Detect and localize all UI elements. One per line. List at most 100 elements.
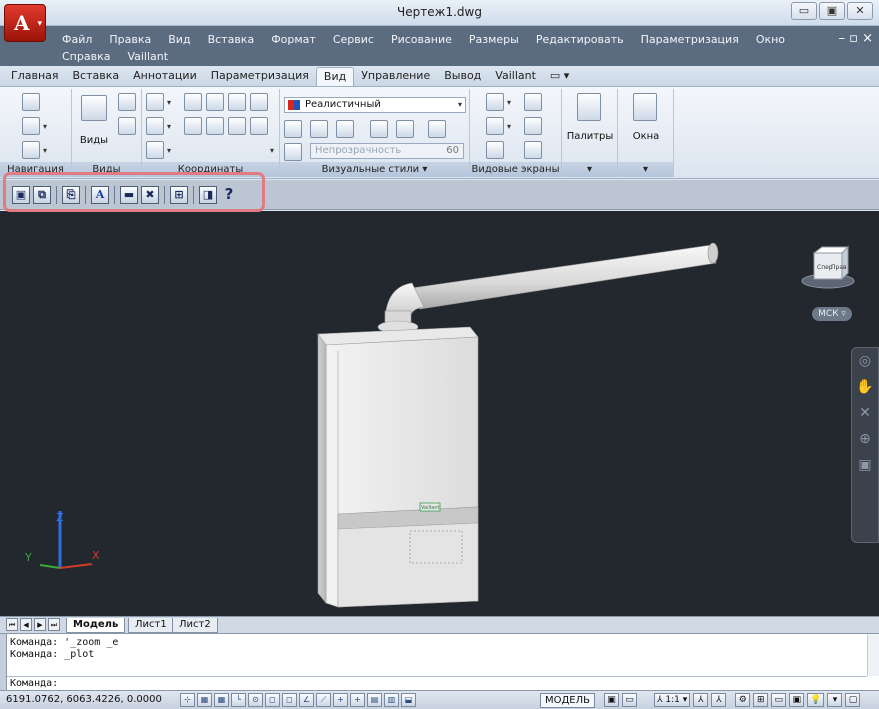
dyn-toggle[interactable]: +	[333, 693, 348, 707]
lineweight-toggle[interactable]: +	[350, 693, 365, 707]
document-window-controls[interactable]: – ▫ ×	[839, 31, 873, 46]
ortho-toggle[interactable]: └	[231, 693, 246, 707]
drawing-viewport[interactable]: Vaillant Z X Y Спер Прав МСК ▿ ◎ ✋ ✕ ⊕ ▣	[0, 211, 879, 616]
viewport-config-icon[interactable]	[486, 93, 504, 111]
ribbon-minimize-toggle[interactable]: ▭ ▾	[543, 67, 576, 86]
tab-layout1[interactable]: Лист1	[128, 618, 174, 633]
pan-hand-icon[interactable]	[22, 93, 40, 111]
quick-view-layouts-button[interactable]: ▣	[604, 693, 619, 707]
quick-view-drawings-button[interactable]: ▭	[622, 693, 637, 707]
3d-osnap-toggle[interactable]: ◻	[282, 693, 297, 707]
tab-vaillant[interactable]: Vaillant	[488, 67, 543, 86]
viewport-restore-icon[interactable]	[524, 141, 542, 159]
palettes-icon[interactable]	[577, 93, 601, 121]
autoscale-button[interactable]: ⅄	[711, 693, 727, 707]
menu-dimensions[interactable]: Размеры	[469, 33, 519, 46]
transparency-toggle[interactable]: ▤	[367, 693, 382, 707]
edge-effects-icon[interactable]	[284, 120, 302, 138]
visual-style-select[interactable]: Реалистичный ▾	[284, 97, 466, 113]
palettes-expand[interactable]: ▾	[562, 162, 617, 177]
next-tab-button[interactable]: ▶	[34, 618, 46, 631]
isolate-objects-button[interactable]: ▣	[789, 693, 805, 707]
panel-viewports-title[interactable]: Видовые экраны	[470, 162, 561, 177]
infer-constraints-toggle[interactable]: ⊹	[180, 693, 195, 707]
tab-model[interactable]: Модель	[66, 618, 126, 633]
command-line-grip[interactable]	[0, 634, 7, 691]
close-button[interactable]: ✕	[847, 2, 873, 20]
viewport-join-icon[interactable]	[524, 117, 542, 135]
ucs-origin-icon[interactable]	[146, 117, 164, 135]
otrack-toggle[interactable]: ∠	[299, 693, 314, 707]
menu-insert[interactable]: Вставка	[208, 33, 255, 46]
selection-cycling-toggle[interactable]: ⬓	[401, 693, 416, 707]
views-button-label[interactable]: Виды	[76, 135, 112, 146]
menu-help[interactable]: Справка	[62, 50, 110, 63]
tab-output[interactable]: Вывод	[437, 67, 488, 86]
command-input[interactable]: Команда:	[7, 676, 867, 690]
ucs-world-icon[interactable]	[250, 93, 268, 111]
windows-button-label[interactable]: Окна	[620, 131, 672, 142]
xray-icon[interactable]	[284, 143, 302, 161]
last-tab-button[interactable]: ⏭	[48, 618, 60, 631]
tab-view[interactable]: Вид	[315, 67, 355, 86]
osnap-toggle[interactable]: ◻	[265, 693, 280, 707]
lightbulb-icon[interactable]: 💡	[807, 693, 825, 707]
menu-vaillant[interactable]: Vaillant	[127, 50, 168, 63]
tab-home[interactable]: Главная	[4, 67, 66, 86]
ucs-z-icon[interactable]	[206, 117, 224, 135]
grid-toggle[interactable]: ▦	[214, 693, 229, 707]
minimize-button[interactable]: ▭	[791, 2, 817, 20]
material-color-icon[interactable]	[336, 120, 354, 138]
face-color-icon[interactable]	[370, 120, 388, 138]
light-icon[interactable]	[396, 120, 414, 138]
menu-file[interactable]: Файл	[62, 33, 92, 46]
clean-screen-button[interactable]: ▢	[845, 693, 861, 707]
tab-manage[interactable]: Управление	[354, 67, 437, 86]
annotation-scale-select[interactable]: ⅄ 1:1 ▾	[654, 693, 691, 707]
render-icon[interactable]	[428, 120, 446, 138]
menu-tools[interactable]: Сервис	[333, 33, 374, 46]
steering-wheel-icon[interactable]: ◎	[852, 348, 878, 374]
zoom-icon[interactable]: ✕	[852, 400, 878, 426]
tab-parametric[interactable]: Параметризация	[204, 67, 316, 86]
ucs-3point-icon[interactable]	[250, 117, 268, 135]
prev-tab-button[interactable]: ◀	[20, 618, 32, 631]
menu-parametric[interactable]: Параметризация	[641, 33, 739, 46]
menu-format[interactable]: Формат	[271, 33, 316, 46]
windows-icon[interactable]	[633, 93, 657, 121]
first-tab-button[interactable]: ⏮	[6, 618, 18, 631]
opacity-field[interactable]: Непрозрачность 60	[310, 143, 464, 159]
zoom-extents-icon[interactable]	[22, 141, 40, 159]
shadow-icon[interactable]	[310, 120, 328, 138]
hardware-acceleration-button[interactable]: ▭	[771, 693, 787, 707]
cursor-coordinates[interactable]: 6191.0762, 6063.4226, 0.0000	[6, 694, 162, 705]
tab-layout2[interactable]: Лист2	[172, 618, 218, 633]
ucs-icon[interactable]	[146, 93, 164, 111]
named-view-icon[interactable]	[118, 93, 136, 111]
menu-view[interactable]: Вид	[168, 33, 190, 46]
viewcube[interactable]: Спер Прав	[800, 241, 856, 291]
view-manager-icon[interactable]	[118, 117, 136, 135]
status-menu-button[interactable]: ▾	[827, 693, 843, 707]
menu-draw[interactable]: Рисование	[391, 33, 452, 46]
ucs-named-icon[interactable]	[184, 93, 202, 111]
orbit-icon[interactable]: ⊕	[852, 426, 878, 452]
tab-insert[interactable]: Вставка	[66, 67, 127, 86]
menu-modify[interactable]: Редактировать	[536, 33, 624, 46]
ucs-zaxis-icon[interactable]	[228, 117, 246, 135]
menu-edit[interactable]: Правка	[109, 33, 151, 46]
showmotion-icon[interactable]: ▣	[852, 452, 878, 478]
menu-window[interactable]: Окно	[756, 33, 785, 46]
annotation-visibility-button[interactable]: ⅄	[693, 693, 709, 707]
tab-annotate[interactable]: Аннотации	[126, 67, 204, 86]
viewport-clip-icon[interactable]	[486, 117, 504, 135]
palettes-button-label[interactable]: Палитры	[564, 131, 616, 142]
windows-expand[interactable]: ▾	[618, 162, 673, 177]
ucs-previous-icon[interactable]	[184, 117, 202, 135]
polar-toggle[interactable]: ⊙	[248, 693, 263, 707]
snap-toggle[interactable]: ▦	[197, 693, 212, 707]
pan-hand-icon[interactable]: ✋	[852, 374, 878, 400]
new-viewport-icon[interactable]	[524, 93, 542, 111]
lock-ui-button[interactable]: ⊞	[753, 693, 769, 707]
orbit-icon[interactable]	[22, 117, 40, 135]
